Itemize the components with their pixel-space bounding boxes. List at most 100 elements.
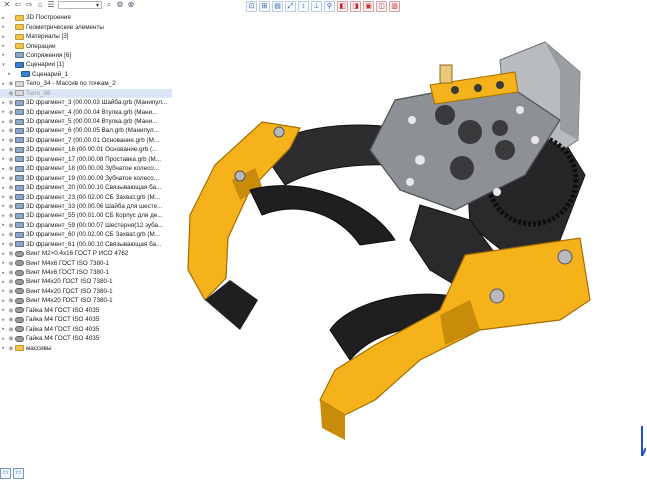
chevron-right-icon[interactable]: ▸ xyxy=(0,222,7,228)
chevron-right-icon[interactable]: ▸ xyxy=(0,232,7,238)
tree-item[interactable]: ▸ ◉ Винт M4x6 ГОСТ ISO 7380-1 xyxy=(0,268,172,277)
chevron-right-icon[interactable]: ▸ xyxy=(0,137,7,143)
visibility-icon[interactable]: ◉ xyxy=(7,269,15,276)
tree-item[interactable]: ▸ ◉ 3D фрагмент_33 (00.00.06 Шайба для шес… xyxy=(0,202,172,211)
tree-item[interactable]: ▸ ◉ Гайка M4 ГОСТ ISO 4035 xyxy=(0,315,172,324)
chevron-right-icon[interactable]: ▸ xyxy=(0,336,7,342)
visibility-icon[interactable]: ◉ xyxy=(7,109,15,116)
gear-icon[interactable]: ⚙ xyxy=(116,1,124,9)
tree-item[interactable]: ▸ Сценарий_1 xyxy=(0,70,172,79)
tree-item[interactable]: ▸ ◉ Гайка M4 ГОСТ ISO 4035 xyxy=(0,306,172,315)
zoom-icon[interactable]: ⊞ xyxy=(259,0,270,12)
tree-item[interactable]: ▸ ◉ Винт M4x20 ГОСТ ISO 7380-1 xyxy=(0,287,172,296)
visibility-icon[interactable]: ◉ xyxy=(7,212,15,219)
tree-item[interactable]: ▸ Материалы [3] xyxy=(0,32,172,41)
visibility-icon[interactable]: ◉ xyxy=(7,288,15,295)
tree-item[interactable]: ▸ ◉ 3D фрагмент_59 (00.00.07 Шестерня(12 з… xyxy=(0,221,172,230)
chevron-right-icon[interactable]: ▸ xyxy=(0,100,7,106)
chevron-right-icon[interactable]: ▸ xyxy=(0,156,7,162)
tree-item[interactable]: ▸ ◉ 3D фрагмент_23 (00.02.00 СБ Захват.grb… xyxy=(0,192,172,201)
visibility-icon[interactable]: ◉ xyxy=(7,137,15,144)
panel-icon[interactable]: ▭ xyxy=(0,468,11,479)
chevron-right-icon[interactable]: ▸ xyxy=(0,34,7,40)
back-icon[interactable]: ⇦ xyxy=(14,1,22,9)
visibility-icon[interactable]: ◉ xyxy=(7,297,15,304)
tree-item[interactable]: ▸ ◉ 3D фрагмент_6 (00.00.05 Вал.grb (Манип… xyxy=(0,126,172,135)
tree-item[interactable]: ▸ ◉ 3D фрагмент_16 (00.00.01 Основание.grb… xyxy=(0,145,172,154)
search-icon[interactable]: ⌕ xyxy=(105,1,113,9)
chevron-right-icon[interactable]: ▸ xyxy=(0,128,7,134)
shade-icon[interactable]: ▣ xyxy=(363,0,374,12)
tree-item[interactable]: ▸ ◉ Винт M4x20 ГОСТ ISO 7380-1 xyxy=(0,277,172,286)
hidden-icon[interactable]: ▥ xyxy=(389,0,400,12)
tree-item[interactable]: ▸ Геометрические элементы xyxy=(0,22,172,31)
visibility-icon[interactable]: ◉ xyxy=(7,326,15,333)
tree-item[interactable]: ▸ ◉ 3D фрагмент_60 (00.02.00 СБ Захват.grb… xyxy=(0,230,172,239)
tree-item[interactable]: ◉ Тело_86 xyxy=(0,88,172,98)
tree-item[interactable]: ▸ ◉ Винт M4x20 ГОСТ ISO 7380-1 xyxy=(0,296,172,305)
visibility-icon[interactable]: ◉ xyxy=(7,231,15,238)
chevron-right-icon[interactable]: ▸ xyxy=(0,24,7,30)
chevron-right-icon[interactable]: ▸ xyxy=(0,194,7,200)
chevron-right-icon[interactable]: ▸ xyxy=(0,317,7,323)
section-icon[interactable]: ◧ xyxy=(337,0,348,12)
chevron-right-icon[interactable]: ▸ xyxy=(0,326,7,332)
chevron-right-icon[interactable]: ▸ xyxy=(6,71,13,77)
tree-item[interactable]: ▸ ◉ Винт M4x6 ГОСТ ISO 7380-1 xyxy=(0,258,172,267)
chevron-right-icon[interactable]: ▸ xyxy=(0,288,7,294)
chevron-right-icon[interactable]: ▸ xyxy=(0,260,7,266)
visibility-icon[interactable]: ◉ xyxy=(7,146,15,153)
zoom-fit-icon[interactable]: ⊡ xyxy=(246,0,257,12)
visibility-icon[interactable]: ◉ xyxy=(7,127,15,134)
chevron-right-icon[interactable]: ▸ xyxy=(0,147,7,153)
close-icon[interactable]: ⊗ xyxy=(127,1,135,9)
visibility-icon[interactable]: ◉ xyxy=(7,345,15,352)
chevron-right-icon[interactable]: ▸ xyxy=(0,203,7,209)
chevron-right-icon[interactable]: ▸ xyxy=(0,241,7,247)
tree-item[interactable]: ▸ ◉ 3D фрагмент_17 (00.00.08 Проставка.grb… xyxy=(0,155,172,164)
tree-item[interactable]: ▸ ◉ 3D фрагмент_55 (00.01.00 СБ Корпус для… xyxy=(0,211,172,220)
dimension-icon[interactable]: ⤢ xyxy=(285,0,296,12)
visibility-icon[interactable]: ◉ xyxy=(7,241,15,248)
chevron-right-icon[interactable]: ▸ xyxy=(0,109,7,115)
orient-icon[interactable]: ↕ xyxy=(298,0,309,12)
layout-icon[interactable]: ▭ xyxy=(13,468,24,479)
chevron-right-icon[interactable]: ▸ xyxy=(0,213,7,219)
cube-icon[interactable]: ◨ xyxy=(350,0,361,12)
tree-item[interactable]: ▸ Сопряжения [6] xyxy=(0,51,172,60)
close-icon[interactable]: ✕ xyxy=(3,1,11,9)
tree-item[interactable]: ▸ ◉ 3D фрагмент_61 (00.00.10 Связывающая б… xyxy=(0,240,172,249)
visibility-icon[interactable]: ◉ xyxy=(7,90,15,97)
tree-item[interactable]: ▸ ◉ 3D фрагмент_19 (00.00.09 Зубчатое коле… xyxy=(0,173,172,182)
tree-item[interactable]: ▸ ◉ массивы xyxy=(0,343,172,352)
visibility-icon[interactable]: ◉ xyxy=(7,335,15,342)
visibility-icon[interactable]: ◉ xyxy=(7,165,15,172)
chevron-down-icon[interactable]: ▾ xyxy=(0,62,7,68)
pin-icon[interactable]: ⚲ xyxy=(324,0,335,12)
tree-item[interactable]: ▸ ◉ 3D фрагмент_3 (00.00.03 Шайба.grb (Ман… xyxy=(0,98,172,107)
tree-item[interactable]: ▸ ◉ 3D фрагмент_4 (00.00.04 Втулка.grb (Ма… xyxy=(0,107,172,116)
tree-item[interactable]: ▸ ◉ 3D фрагмент_18 (00.00.09 Зубчатое коле… xyxy=(0,164,172,173)
3d-viewport[interactable] xyxy=(172,13,647,465)
chevron-right-icon[interactable]: ▸ xyxy=(0,185,7,191)
wire-icon[interactable]: ◫ xyxy=(376,0,387,12)
measure-icon[interactable]: ⊥ xyxy=(311,0,322,12)
visibility-icon[interactable]: ◉ xyxy=(7,203,15,210)
tree-item[interactable]: ▸ ◉ 3D фрагмент_7 (00.00.01 Основание.grb … xyxy=(0,136,172,145)
tree-item[interactable]: ▸ 3D Построения xyxy=(0,13,172,22)
chevron-right-icon[interactable]: ▸ xyxy=(0,15,7,21)
visibility-icon[interactable]: ◉ xyxy=(7,316,15,323)
tree-item[interactable]: ▸ ◉ Тело_34 - Массив по точкам_2 xyxy=(0,79,172,88)
tree-item[interactable]: ▸ ◉ Гайка M4 ГОСТ ISO 4035 xyxy=(0,324,172,333)
visibility-icon[interactable]: ◉ xyxy=(7,156,15,163)
tree-item[interactable]: ▸ ◉ Гайка M4 ГОСТ ISO 4035 xyxy=(0,334,172,343)
view-select[interactable]: ▾ xyxy=(58,1,102,9)
chevron-right-icon[interactable]: ▸ xyxy=(0,175,7,181)
visibility-icon[interactable]: ◉ xyxy=(7,184,15,191)
forward-icon[interactable]: ⇨ xyxy=(25,1,33,9)
visibility-icon[interactable]: ◉ xyxy=(7,99,15,106)
tree-item[interactable]: ▸ Операции xyxy=(0,41,172,50)
chevron-right-icon[interactable]: ▸ xyxy=(0,119,7,125)
tree-item[interactable]: ▾ Сценарии [1] xyxy=(0,60,172,69)
tree-item[interactable]: ▸ ◉ 3D фрагмент_5 (00.00.04 Втулка.grb (Ма… xyxy=(0,117,172,126)
